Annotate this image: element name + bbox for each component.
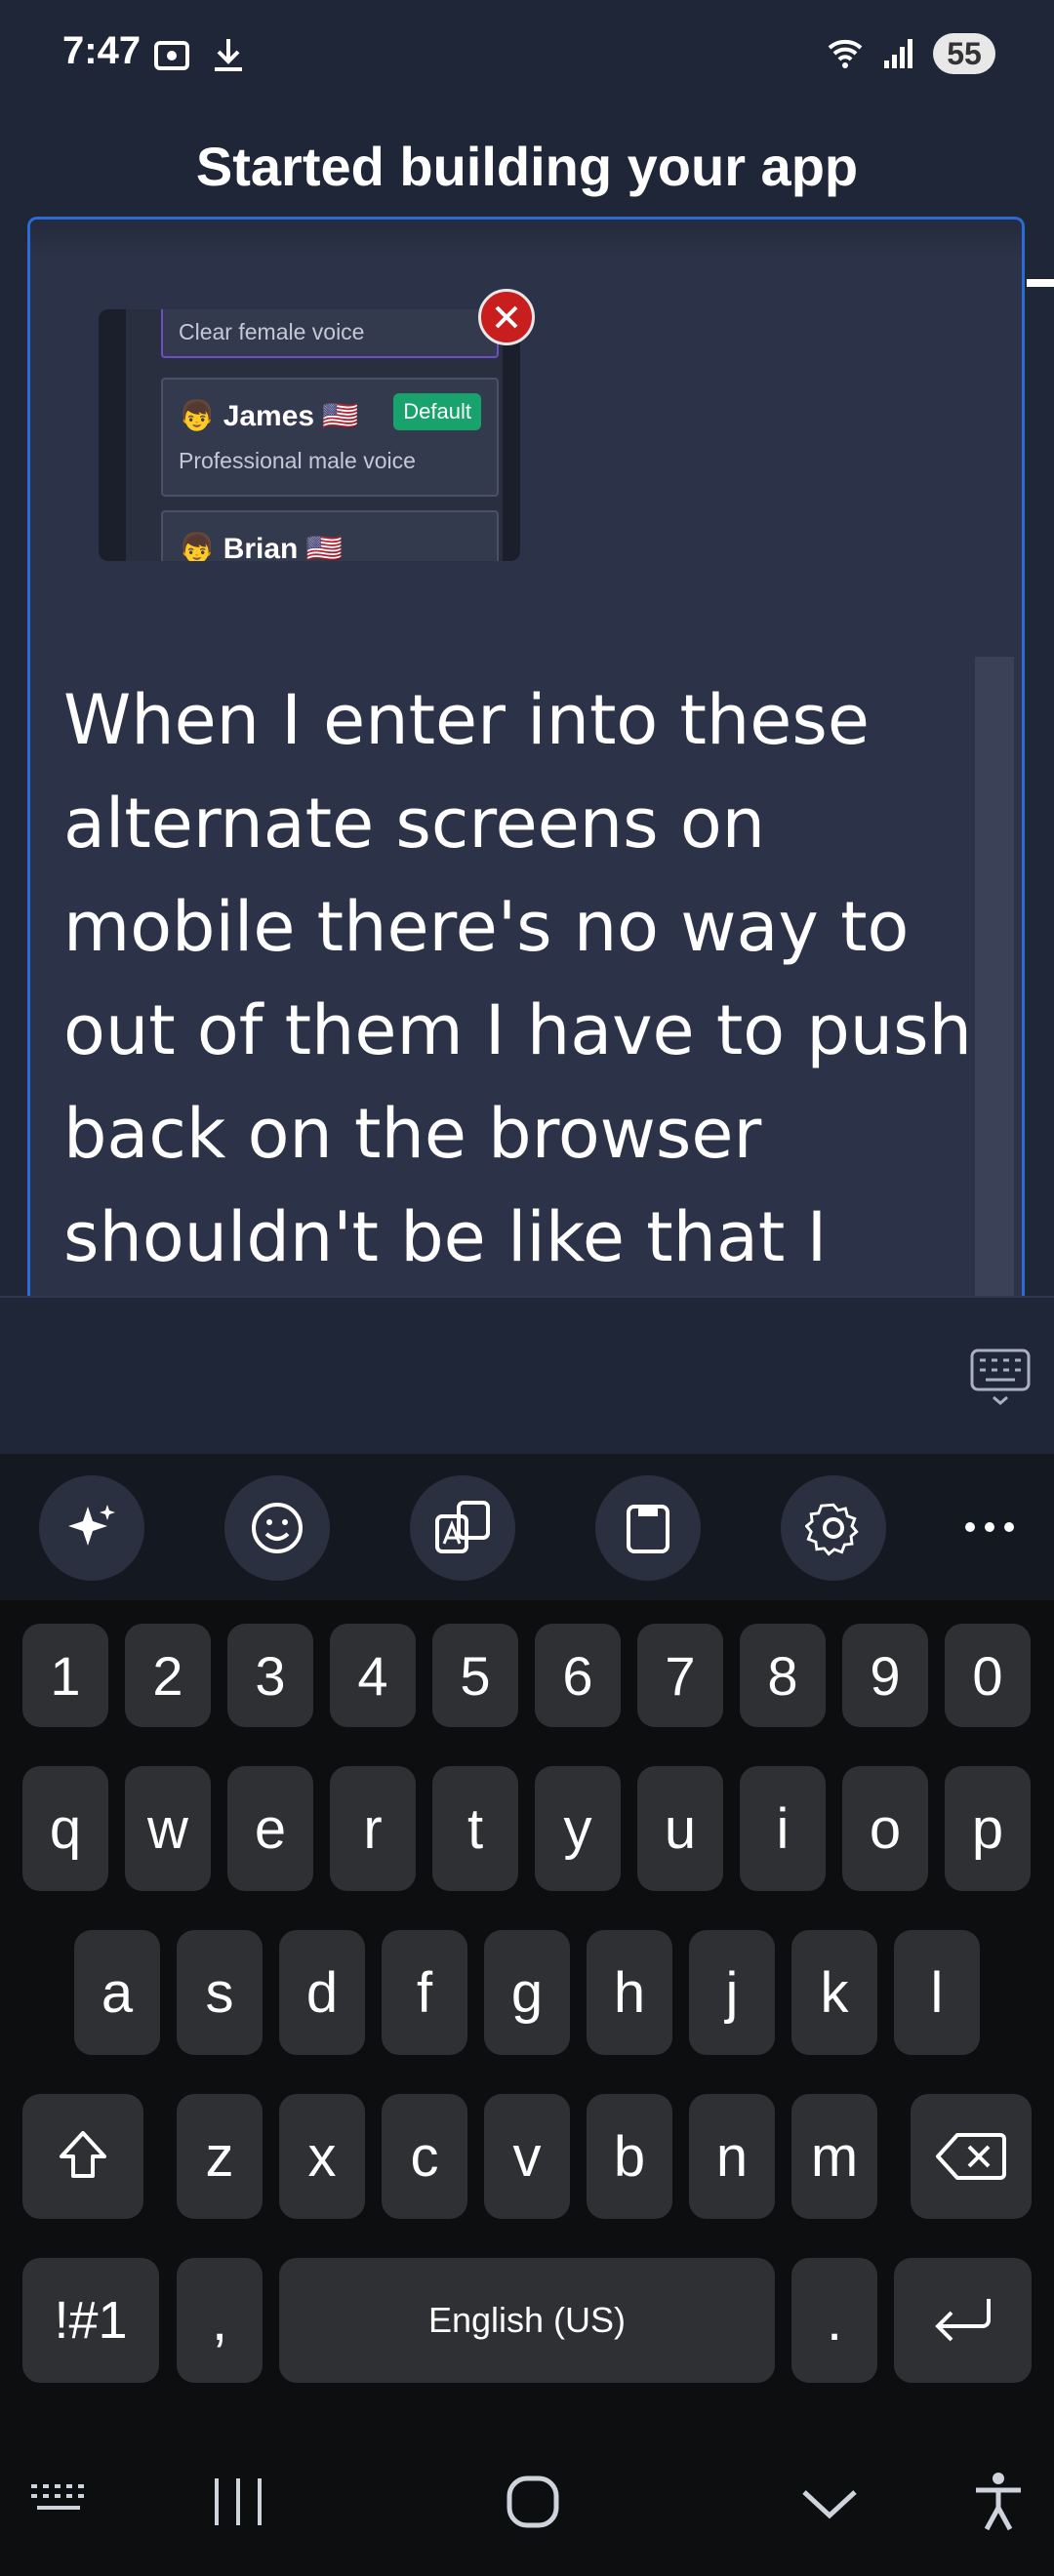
- spacebar[interactable]: English (US): [279, 2258, 775, 2383]
- keyboard-toggle-button[interactable]: [970, 1347, 1031, 1412]
- attachment-thumbnail[interactable]: Clear female voice 👦 James 🇺🇸 Default Pr…: [99, 309, 520, 561]
- key-9[interactable]: 9: [842, 1624, 928, 1727]
- key-u[interactable]: u: [637, 1766, 723, 1891]
- key-d[interactable]: d: [279, 1930, 365, 2055]
- key-t[interactable]: t: [432, 1766, 518, 1891]
- key-m[interactable]: m: [791, 2094, 877, 2219]
- close-icon: [495, 305, 518, 329]
- key-v[interactable]: v: [484, 2094, 570, 2219]
- backspace-key[interactable]: [911, 2094, 1032, 2219]
- status-bar: 7:47 55: [0, 0, 1054, 117]
- enter-key[interactable]: [894, 2258, 1032, 2383]
- key-4[interactable]: 4: [330, 1624, 416, 1727]
- key-l[interactable]: l: [894, 1930, 980, 2055]
- key-x[interactable]: x: [279, 2094, 365, 2219]
- more-icon: [965, 1522, 1014, 1532]
- home-icon: [507, 2475, 559, 2528]
- key-j[interactable]: j: [689, 1930, 775, 2055]
- key-o[interactable]: o: [842, 1766, 928, 1891]
- settings-button[interactable]: [781, 1475, 886, 1581]
- accessibility-icon: [976, 2473, 1021, 2531]
- more-options-button[interactable]: [960, 1503, 1019, 1556]
- key-f[interactable]: f: [382, 1930, 467, 2055]
- home-button[interactable]: [504, 2473, 562, 2536]
- key-g[interactable]: g: [484, 1930, 570, 2055]
- key-n[interactable]: n: [689, 2094, 775, 2219]
- page-title: Started building your app: [195, 136, 859, 197]
- key-y[interactable]: y: [535, 1766, 621, 1891]
- symbols-key[interactable]: !#1: [22, 2258, 159, 2383]
- signal-icon: [884, 39, 912, 68]
- shift-icon: [60, 2131, 106, 2178]
- message-panel[interactable]: Clear female voice 👦 James 🇺🇸 Default Pr…: [27, 217, 1025, 1296]
- recents-icon: [215, 2478, 262, 2525]
- key-3[interactable]: 3: [227, 1624, 313, 1727]
- keyboard-switch-button[interactable]: [27, 2478, 90, 2526]
- download-icon: [215, 39, 242, 71]
- message-text[interactable]: When I enter into these alternate screen…: [63, 668, 981, 1296]
- voice-card: Clear female voice: [161, 309, 499, 358]
- key-r[interactable]: r: [330, 1766, 416, 1891]
- key-a[interactable]: a: [74, 1930, 160, 2055]
- keyboard-icon: [970, 1348, 1031, 1405]
- key-b[interactable]: b: [587, 2094, 672, 2219]
- screenshot-icon: [154, 41, 189, 70]
- hide-keyboard-button[interactable]: [800, 2484, 859, 2528]
- key-i[interactable]: i: [740, 1766, 826, 1891]
- accessibility-button[interactable]: [972, 2471, 1025, 2536]
- key-q[interactable]: q: [22, 1766, 108, 1891]
- clipboard-icon: [627, 1505, 669, 1553]
- chevron-down-icon: [802, 2490, 857, 2519]
- backspace-icon: [936, 2133, 1006, 2180]
- key-h[interactable]: h: [587, 1930, 672, 2055]
- key-6[interactable]: 6: [535, 1624, 621, 1727]
- keyboard-toolbar: [0, 1454, 1054, 1600]
- key-c[interactable]: c: [382, 2094, 467, 2219]
- battery-indicator: 55: [933, 33, 995, 74]
- default-badge: Default: [393, 393, 481, 430]
- key-k[interactable]: k: [791, 1930, 877, 2055]
- key-e[interactable]: e: [227, 1766, 313, 1891]
- period-key[interactable]: .: [791, 2258, 877, 2383]
- key-8[interactable]: 8: [740, 1624, 826, 1727]
- voice-card: 👦 Brian 🇺🇸: [161, 510, 499, 561]
- key-z[interactable]: z: [177, 2094, 263, 2219]
- emoji-icon: [252, 1503, 303, 1553]
- key-5[interactable]: 5: [432, 1624, 518, 1727]
- status-time: 7:47: [62, 29, 142, 72]
- key-1[interactable]: 1: [22, 1624, 108, 1727]
- sparkle-icon: [68, 1505, 115, 1546]
- comma-key[interactable]: ,: [177, 2258, 263, 2383]
- keyboard-icon: [31, 2484, 84, 2510]
- scrollbar[interactable]: [975, 657, 1014, 1296]
- key-2[interactable]: 2: [125, 1624, 211, 1727]
- key-7[interactable]: 7: [637, 1624, 723, 1727]
- translate-icon: [435, 1501, 490, 1553]
- wifi-icon: [828, 39, 863, 68]
- key-s[interactable]: s: [177, 1930, 263, 2055]
- shift-key[interactable]: [22, 2094, 143, 2219]
- key-w[interactable]: w: [125, 1766, 211, 1891]
- input-strip: [0, 1296, 1054, 1454]
- ai-tools-button[interactable]: [39, 1475, 144, 1581]
- clipboard-button[interactable]: [595, 1475, 701, 1581]
- enter-icon: [934, 2299, 991, 2342]
- gear-icon: [805, 1503, 859, 1556]
- emoji-button[interactable]: [224, 1475, 330, 1581]
- translate-button[interactable]: [410, 1475, 515, 1581]
- remove-attachment-button[interactable]: [478, 289, 535, 345]
- recents-button[interactable]: [209, 2475, 267, 2534]
- key-p[interactable]: p: [945, 1766, 1031, 1891]
- voice-card: 👦 James 🇺🇸 Default Professional male voi…: [161, 378, 499, 497]
- key-0[interactable]: 0: [945, 1624, 1031, 1727]
